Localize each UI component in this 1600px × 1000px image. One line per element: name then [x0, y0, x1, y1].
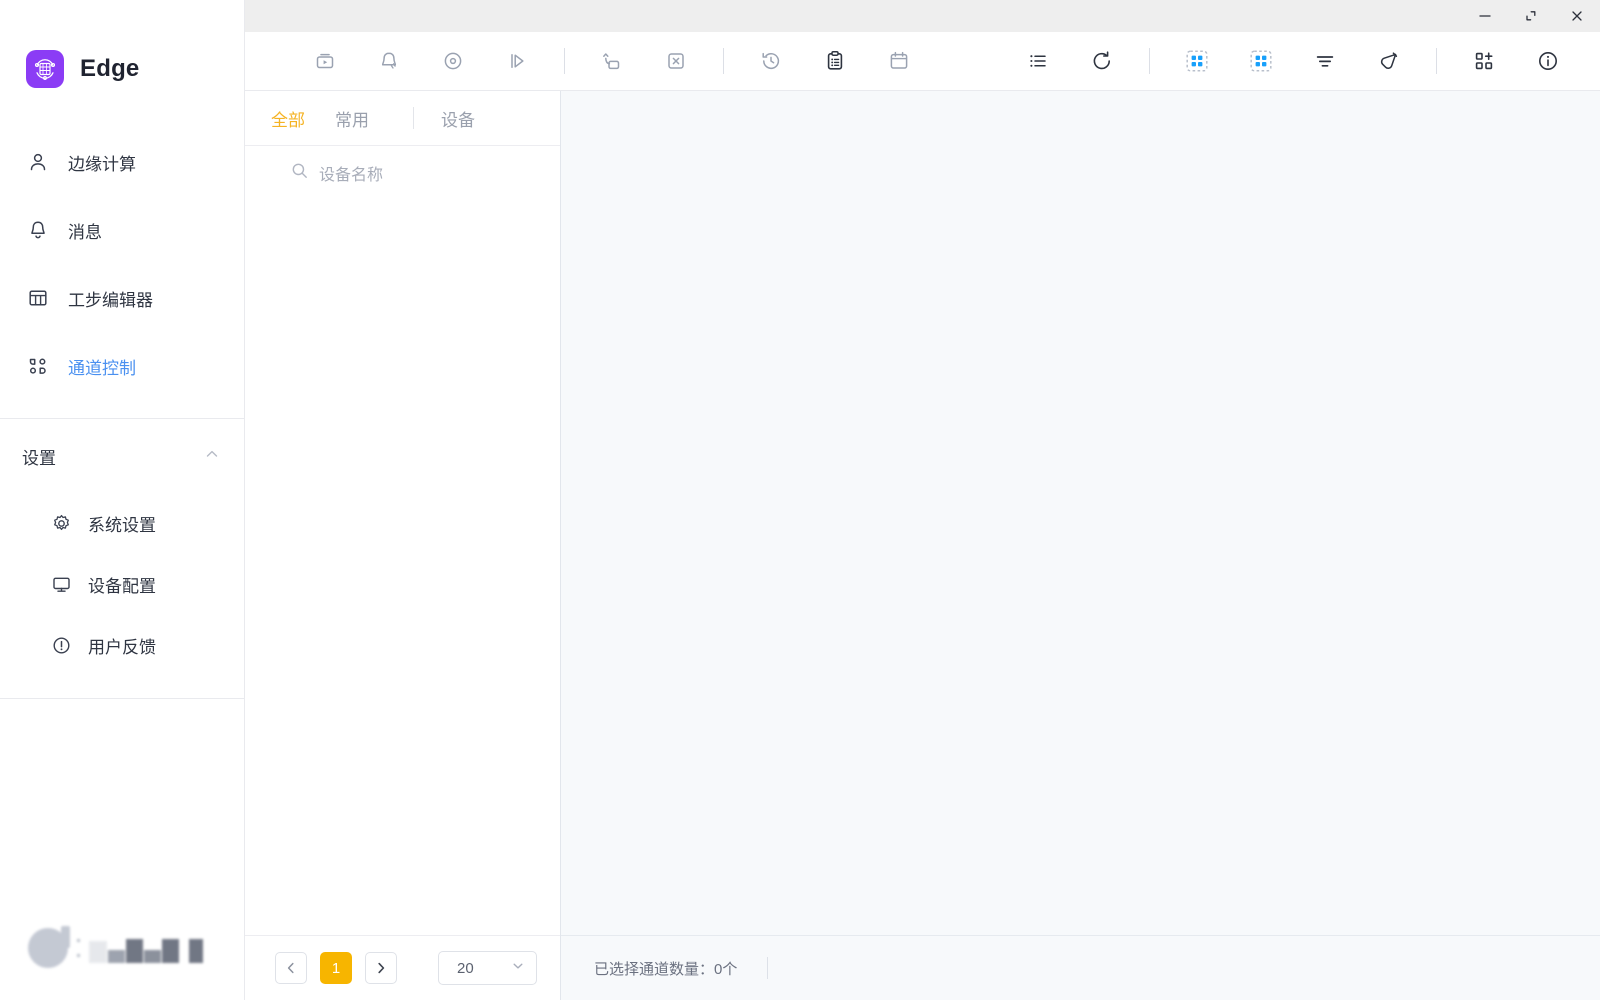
device-search[interactable]: 设备名称	[245, 146, 560, 200]
window-titlebar	[245, 0, 1600, 32]
main-toolbar	[245, 32, 1600, 91]
toolbar-divider	[1149, 48, 1150, 74]
sidebar-item-label: 通道控制	[68, 358, 136, 378]
play-box-icon[interactable]	[304, 40, 346, 82]
sidebar-item-label: 工步编辑器	[68, 290, 153, 310]
list-icon[interactable]	[1017, 40, 1059, 82]
grid-select-icon[interactable]	[1176, 40, 1218, 82]
export-icon[interactable]	[591, 40, 633, 82]
footer-logo-mark	[28, 926, 70, 968]
filter-icon[interactable]	[1304, 40, 1346, 82]
sidebar-nav: 边缘计算 消息 工步编辑器 通道控制 设置 系统设置 设备配置 用户反馈	[0, 104, 244, 699]
sidebar-item-messages[interactable]: 消息	[0, 196, 244, 264]
sidebar-divider-bottom	[0, 698, 244, 699]
selected-channel-count: 已选择通道数量：0个	[594, 960, 738, 978]
sidebar-item-device-config[interactable]: 设备配置	[0, 554, 244, 615]
bell-icon	[26, 218, 50, 242]
tab-device[interactable]: 设备	[441, 106, 475, 131]
toolbar-divider	[564, 48, 565, 74]
info-icon[interactable]	[1527, 40, 1569, 82]
maximize-button[interactable]	[1508, 0, 1554, 32]
sidebar-subitem-label: 用户反馈	[88, 638, 156, 657]
channel-canvas[interactable]	[561, 91, 1600, 935]
minimize-button[interactable]	[1462, 0, 1508, 32]
gear-icon	[50, 513, 72, 535]
sidebar-item-label: 消息	[68, 222, 102, 242]
canvas-column: 已选择通道数量：0个	[561, 91, 1600, 1000]
toolbar-divider	[723, 48, 724, 74]
sidebar-item-edge-computing[interactable]: 边缘计算	[0, 128, 244, 196]
sidebar-item-label: 边缘计算	[68, 154, 136, 174]
brand: Edge	[0, 0, 244, 104]
monitor-icon	[50, 574, 72, 596]
exclamation-circle-icon	[50, 635, 72, 657]
tab-all[interactable]: 全部	[271, 106, 305, 131]
sidebar-item-step-editor[interactable]: 工步编辑器	[0, 264, 244, 332]
sidebar-item-user-feedback[interactable]: 用户反馈	[0, 615, 244, 676]
prev-page-button[interactable]	[275, 952, 307, 984]
record-circle-icon[interactable]	[432, 40, 474, 82]
device-panel: 全部 常用 设备 设备名称 1 20	[245, 91, 561, 1000]
status-bar: 已选择通道数量：0个	[561, 935, 1600, 1000]
reset-icon[interactable]	[1081, 40, 1123, 82]
chevron-up-icon[interactable]	[204, 446, 220, 467]
close-button[interactable]	[1554, 0, 1600, 32]
step-forward-icon[interactable]	[496, 40, 538, 82]
footer-logo	[28, 926, 203, 968]
page-size-select[interactable]: 20	[438, 951, 537, 985]
chevron-down-icon	[511, 959, 525, 977]
table-icon	[26, 286, 50, 310]
panel-tabs: 全部 常用 设备	[245, 91, 560, 146]
next-page-button[interactable]	[365, 952, 397, 984]
page-number-1[interactable]: 1	[320, 952, 352, 984]
server-rotate-icon	[26, 49, 64, 88]
add-grid-icon[interactable]	[1463, 40, 1505, 82]
sidebar-settings-header[interactable]: 设置	[0, 419, 244, 493]
clipboard-list-icon[interactable]	[814, 40, 856, 82]
toolbar-divider	[1436, 48, 1437, 74]
grid-deselect-icon[interactable]	[1240, 40, 1282, 82]
tab-frequent[interactable]: 常用	[335, 106, 369, 131]
page-size-value: 20	[457, 959, 474, 977]
calendar-icon[interactable]	[878, 40, 920, 82]
device-list	[245, 200, 560, 935]
close-box-icon[interactable]	[655, 40, 697, 82]
footer-logo-wordmark	[89, 933, 203, 963]
sidebar-subitem-label: 设备配置	[88, 577, 156, 596]
sidebar-item-channel-control[interactable]: 通道控制	[0, 332, 244, 400]
search-input[interactable]: 设备名称	[319, 161, 383, 185]
body-row: 全部 常用 设备 设备名称 1 20 已选择通道数量：0个	[245, 91, 1600, 1000]
sidebar-settings-label: 设置	[22, 448, 56, 468]
tab-divider	[413, 107, 414, 129]
status-divider	[767, 957, 769, 979]
bell-slash-icon[interactable]	[368, 40, 410, 82]
footer-logo-colon	[77, 939, 80, 957]
sidebar-subitem-label: 系统设置	[88, 516, 156, 535]
search-icon	[291, 162, 308, 184]
pagination: 1 20	[245, 935, 560, 1000]
sidebar: Edge 边缘计算 消息 工步编辑器 通道控制 设置 系统设置 设备配置 用户反…	[0, 0, 245, 1000]
brush-icon[interactable]	[1368, 40, 1410, 82]
channels-icon	[26, 354, 50, 378]
user-icon	[26, 150, 50, 174]
right-region: 全部 常用 设备 设备名称 1 20 已选择通道数量：0个	[245, 0, 1600, 1000]
sidebar-item-system-settings[interactable]: 系统设置	[0, 493, 244, 554]
app-root: Edge 边缘计算 消息 工步编辑器 通道控制 设置 系统设置 设备配置 用户反…	[0, 0, 1600, 1000]
brand-name: Edge	[80, 54, 140, 82]
history-icon[interactable]	[750, 40, 792, 82]
